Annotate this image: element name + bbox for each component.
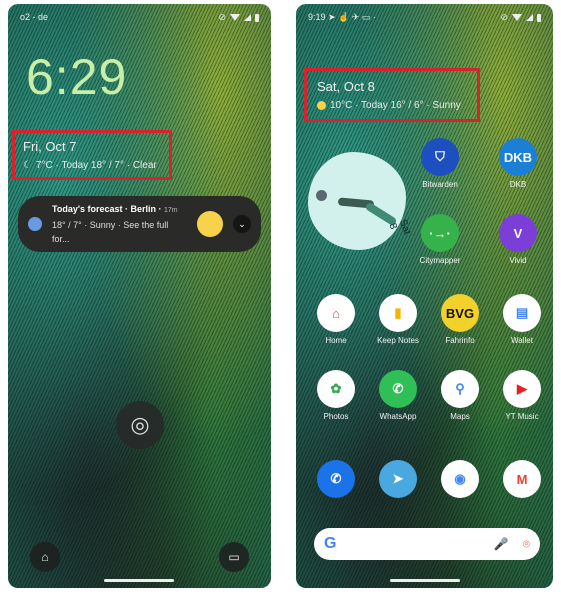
- wallet-button[interactable]: ▭: [219, 542, 249, 572]
- google-search-bar[interactable]: G 🎤 ⌾: [314, 528, 540, 560]
- carrier-label: o2 - de: [20, 12, 49, 22]
- app-label: Vivid: [509, 256, 527, 265]
- app-citymapper[interactable]: ·→· Citymapper: [410, 214, 470, 265]
- signal-icon: [526, 14, 533, 21]
- highlight-box: Sat, Oct 8 10°C · Today 16° / 6° · Sunny: [304, 68, 480, 122]
- app-bitwarden[interactable]: ⛉ Bitwarden: [410, 138, 470, 189]
- app-label: Bitwarden: [422, 180, 458, 189]
- clock-dot: [316, 190, 327, 201]
- app-label: Fahrinfo: [445, 336, 475, 345]
- battery-icon: [537, 13, 541, 22]
- notification-title: Today's forecast · Berlin ·: [52, 204, 162, 214]
- cloud-icon: [28, 217, 42, 231]
- status-time: 9:19: [308, 12, 326, 22]
- app-label: DKB: [509, 180, 527, 189]
- photos-icon: ✿: [317, 370, 355, 408]
- telegram-icon: ➤: [379, 460, 417, 498]
- app-vivid[interactable]: V Vivid: [488, 214, 548, 265]
- dock-phone[interactable]: ✆: [306, 460, 366, 502]
- citymapper-icon: ·→·: [421, 214, 459, 252]
- sun-icon: [197, 211, 223, 237]
- status-bar: o2 - de ⊘: [20, 12, 259, 23]
- app-wallet[interactable]: ▤ Wallet: [492, 294, 552, 345]
- weather-summary: 7°C · Today 18° / 7° · Clear: [35, 160, 157, 171]
- app-label: Wallet: [511, 336, 533, 345]
- google-logo-icon: G: [324, 535, 337, 552]
- chrome-icon: ◉: [441, 460, 479, 498]
- wifi-icon: [230, 14, 240, 21]
- lockscreen-phone: o2 - de ⊘ 6:29 Fri, Oct 7 ☾ 7°C · Today 1…: [8, 4, 271, 588]
- homescreen-phone: 9:19 ➤ ☝ ✈ ▭ · ⊘ Sat, Oct 8 10°C · Today…: [296, 4, 553, 588]
- home-icon: ⌂: [317, 294, 355, 332]
- battery-icon: [255, 13, 259, 22]
- whatsapp-icon: ✆: [379, 370, 417, 408]
- phone-icon: ✆: [317, 460, 355, 498]
- notification-body: 18° / 7° · Sunny · See the full for...: [52, 220, 169, 244]
- lock-clock: 6:29: [26, 49, 128, 105]
- status-bar: 9:19 ➤ ☝ ✈ ▭ · ⊘: [308, 12, 541, 23]
- date-label: Sat, Oct 8: [317, 79, 375, 94]
- dock-gmail[interactable]: M: [492, 460, 552, 502]
- app-yt-music[interactable]: ▶ YT Music: [492, 370, 552, 421]
- wallet-icon: ▤: [503, 294, 541, 332]
- signal-icon: [244, 14, 251, 21]
- dock-telegram[interactable]: ➤: [368, 460, 428, 502]
- fahrinfo-icon: BVG: [441, 294, 479, 332]
- app-label: WhatsApp: [379, 412, 417, 421]
- dnd-off-icon: ⊘: [218, 12, 226, 22]
- mic-icon[interactable]: 🎤: [494, 537, 509, 552]
- weather-summary: 10°C · Today 16° / 6° · Sunny: [330, 100, 461, 111]
- fingerprint-icon[interactable]: ◎: [116, 401, 164, 449]
- keep-notes-icon: ▮: [379, 294, 417, 332]
- app-label: Photos: [323, 412, 349, 421]
- gesture-handle[interactable]: [390, 579, 460, 582]
- app-photos[interactable]: ✿ Photos: [306, 370, 366, 421]
- app-home[interactable]: ⌂ Home: [306, 294, 366, 345]
- notification-icons: ➤ ☝ ✈ ▭ ·: [328, 12, 376, 22]
- sun-icon: [317, 101, 326, 110]
- home-control-button[interactable]: ⌂: [30, 542, 60, 572]
- dock-chrome[interactable]: ◉: [430, 460, 490, 502]
- app-whatsapp[interactable]: ✆ WhatsApp: [368, 370, 428, 421]
- app-fahrinfo[interactable]: BVG Fahrinfo: [430, 294, 490, 345]
- bitwarden-icon: ⛉: [421, 138, 459, 176]
- yt-music-icon: ▶: [503, 370, 541, 408]
- app-keep-notes[interactable]: ▮ Keep Notes: [368, 294, 428, 345]
- dkb-icon: DKB: [499, 138, 537, 176]
- maps-icon: ⚲: [441, 370, 479, 408]
- wifi-icon: [512, 14, 522, 21]
- analog-clock-widget[interactable]: Sat 8: [308, 152, 412, 250]
- app-dkb[interactable]: DKB DKB: [488, 138, 548, 189]
- expand-chevron-icon[interactable]: ⌄: [233, 215, 251, 233]
- app-label: Keep Notes: [377, 336, 419, 345]
- app-label: Citymapper: [419, 256, 461, 265]
- notification-time: 17m: [164, 207, 178, 214]
- weather-notification[interactable]: Today's forecast · Berlin · 17m 18° / 7°…: [18, 196, 261, 252]
- date-label: Fri, Oct 7: [23, 139, 77, 154]
- app-label: Home: [325, 336, 347, 345]
- gesture-handle[interactable]: [104, 579, 174, 582]
- app-label: Maps: [450, 412, 470, 421]
- lens-icon[interactable]: ⌾: [523, 537, 530, 552]
- moon-icon: ☾: [23, 160, 32, 171]
- app-maps[interactable]: ⚲ Maps: [430, 370, 490, 421]
- highlight-box: Fri, Oct 7 ☾ 7°C · Today 18° / 7° · Clear: [12, 130, 172, 180]
- gmail-icon: M: [503, 460, 541, 498]
- dnd-off-icon: ⊘: [500, 12, 508, 22]
- vivid-icon: V: [499, 214, 537, 252]
- app-label: YT Music: [505, 412, 539, 421]
